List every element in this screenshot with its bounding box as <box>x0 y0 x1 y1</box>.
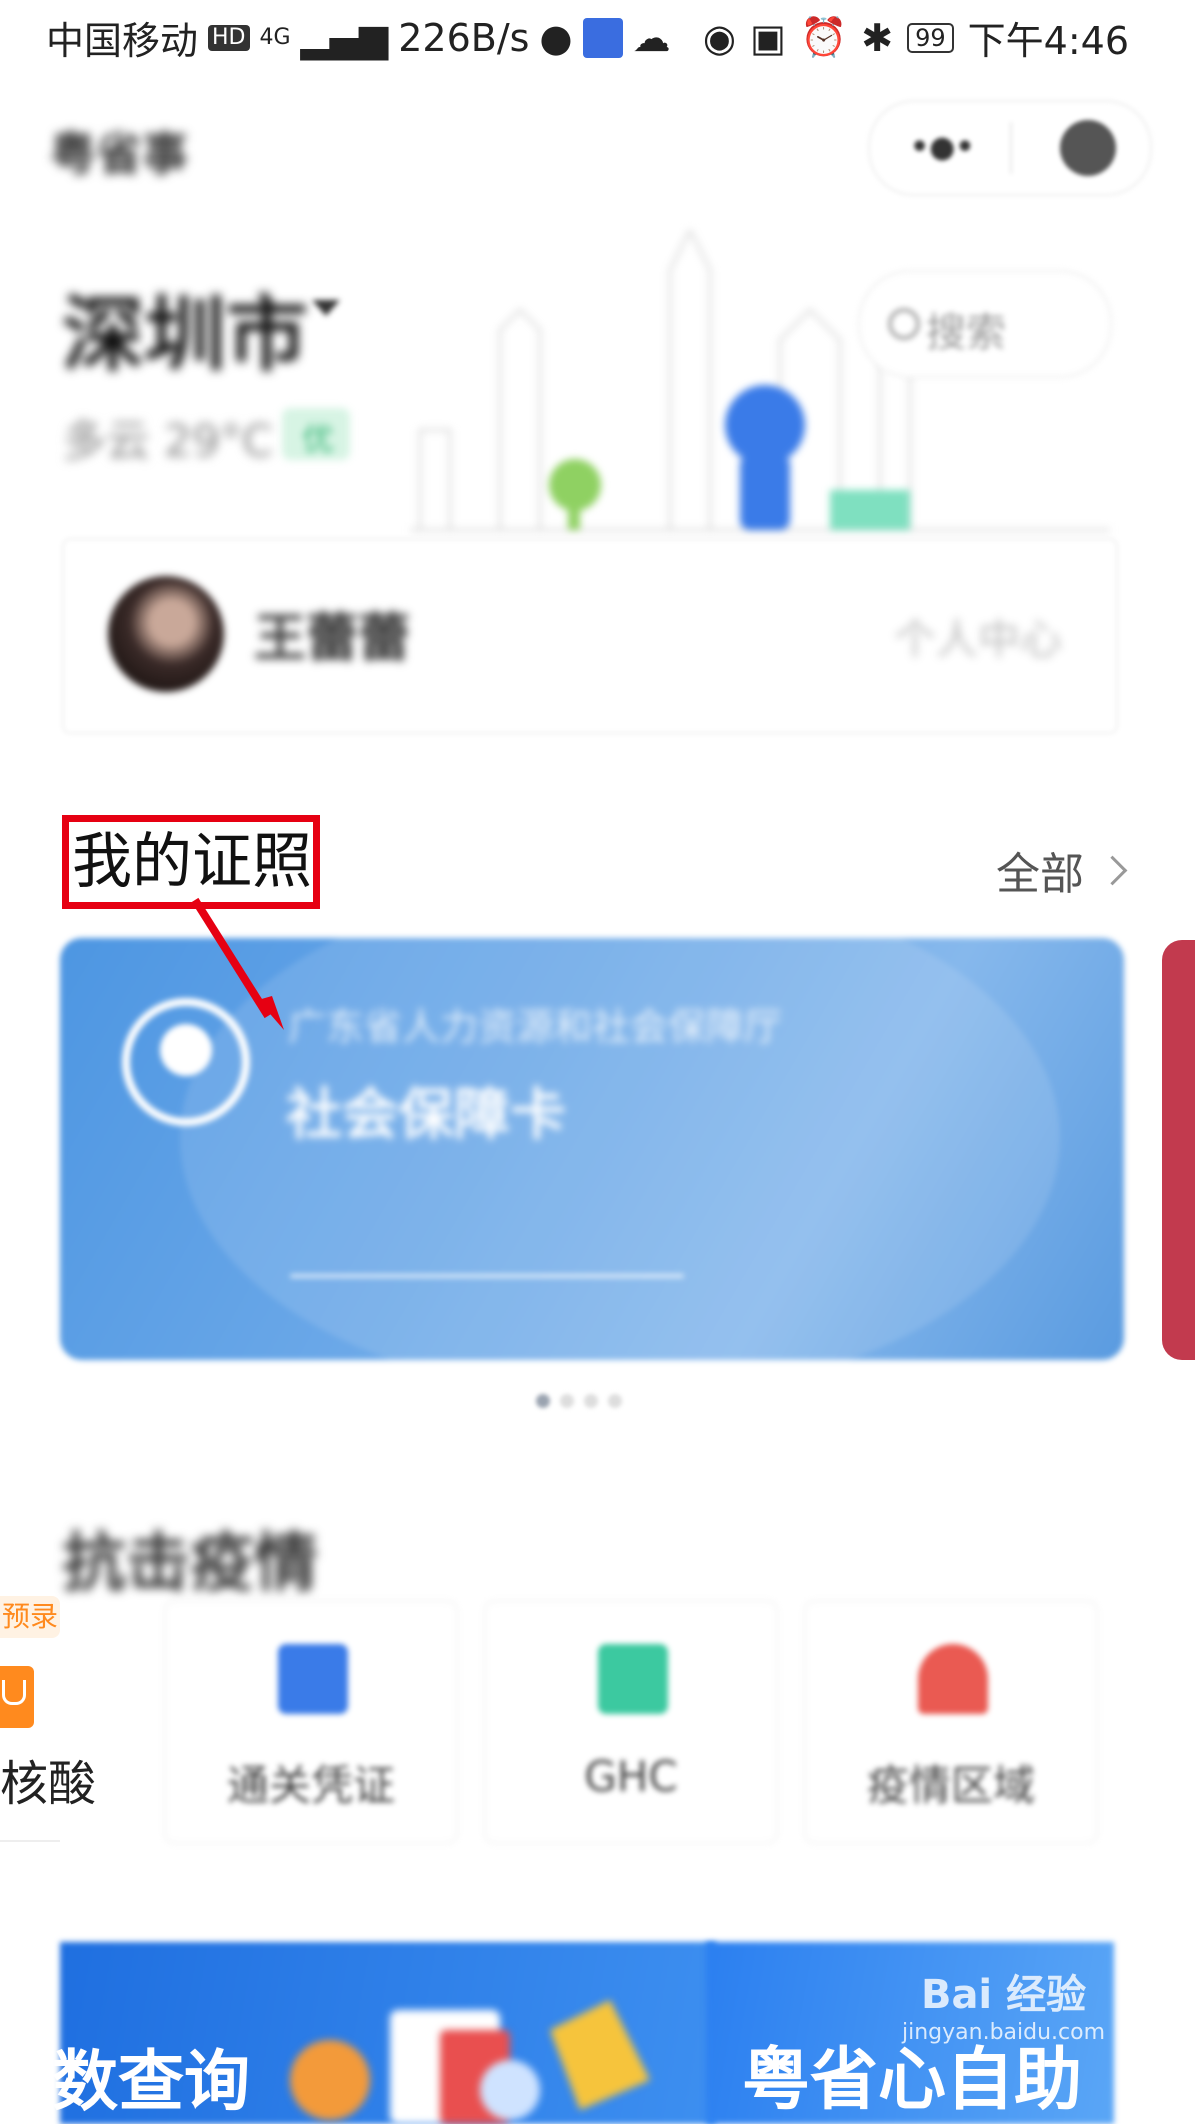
view-all-link[interactable]: 全部 <box>996 838 1128 902</box>
net-speed: 226B/s <box>398 15 530 60</box>
signal-icon: ▂▄▆ <box>300 15 389 60</box>
capsule-divider <box>1010 122 1012 174</box>
service-label: 疫情区域 <box>866 1761 1035 1810</box>
avatar <box>108 576 224 692</box>
battery-icon: 99 <box>907 22 954 53</box>
chevron-right-icon <box>1097 855 1128 885</box>
alarm-clock-icon: ⏰ <box>799 15 848 59</box>
search-icon <box>888 308 920 340</box>
chevron-down-icon[interactable] <box>312 300 340 316</box>
carousel-dot <box>608 1394 622 1408</box>
cloud-icon: ☁ <box>632 15 671 60</box>
service-risk-area[interactable]: 疫情区域 <box>804 1600 1098 1844</box>
person-icon <box>122 998 250 1126</box>
baidu-watermark: Bai 经验 jingyan.baidu.com <box>902 1962 1105 2045</box>
personal-center-link[interactable]: 个人中心 <box>894 606 1062 667</box>
qr-code-icon <box>598 1644 668 1714</box>
weather-info[interactable]: 多云 29°C <box>62 405 273 469</box>
hd-badge: HD <box>208 24 250 51</box>
service-ghc[interactable]: GHC <box>484 1600 778 1844</box>
mini-program-capsule[interactable]: •●• <box>868 100 1152 196</box>
network-type: 4G <box>259 25 291 50</box>
certificate-card[interactable]: 广东省人力资源和社会保障厅 社会保障卡 <box>60 938 1124 1360</box>
status-left: 中国移动 HD 4G ▂▄▆ 226B/s ● ☁ <box>46 10 671 65</box>
banner-left-title: 数查询 <box>52 2043 250 2120</box>
service-label: GHC <box>584 1752 678 1801</box>
watermark-url: jingyan.baidu.com <box>902 2020 1106 2045</box>
banner-illustration <box>290 2000 650 2124</box>
clock: 下午4:46 <box>967 19 1129 63</box>
search-label: 搜索 <box>926 310 1006 356</box>
status-bar: 中国移动 HD 4G ▂▄▆ 226B/s ● ☁ ◉ ▣ ⏰ ✱ 99 下午4… <box>0 0 1195 75</box>
divider <box>0 1840 60 1842</box>
nucleic-acid-label[interactable]: 核酸 <box>0 1744 96 1814</box>
search-button[interactable]: 搜索 <box>858 270 1112 378</box>
carousel-dot <box>536 1394 550 1408</box>
pre-register-badge: 预录 <box>0 1596 60 1638</box>
city-selector[interactable]: 深圳市 <box>62 268 308 387</box>
status-right: ◉ ▣ ⏰ ✱ 99 下午4:46 <box>703 10 1129 65</box>
app-title: 粤省事 <box>50 127 188 181</box>
alarm-icon <box>918 1644 988 1714</box>
bluetooth-icon: ✱ <box>861 15 894 60</box>
carrier-label: 中国移动 <box>46 19 199 63</box>
notification-bell-icon: ● <box>539 15 573 60</box>
nfc-icon: ▣ <box>750 15 786 60</box>
eye-icon: ◉ <box>702 15 737 60</box>
app-notification-icon <box>582 17 623 58</box>
section-title-certificates: 我的证照 <box>72 827 312 897</box>
close-circle-icon[interactable] <box>1060 120 1116 176</box>
user-name: 王蕾蕾 <box>254 609 411 669</box>
service-label: 通关凭证 <box>226 1761 395 1810</box>
service-pass-certificate[interactable]: 通关凭证 <box>164 1600 458 1844</box>
certificate-issuer: 广东省人力资源和社会保障厅 <box>288 1005 783 1049</box>
air-quality-label: 优 <box>302 420 335 458</box>
test-tube-icon[interactable] <box>0 1666 34 1728</box>
carousel-dot <box>584 1394 598 1408</box>
section-title-epidemic: 抗击疫情 <box>62 1527 318 1601</box>
user-card[interactable]: 王蕾蕾 个人中心 <box>62 538 1118 734</box>
next-certificate-card[interactable] <box>1162 940 1195 1360</box>
carousel-dot <box>560 1394 574 1408</box>
watermark-brand: Bai 经验 <box>920 1972 1087 2018</box>
air-quality-badge: 优 <box>282 408 350 460</box>
carousel-indicator <box>536 1394 622 1408</box>
pass-icon <box>278 1644 348 1714</box>
card-number-line <box>290 1274 684 1278</box>
view-all-label: 全部 <box>996 849 1084 900</box>
more-dots-icon[interactable]: •●• <box>910 130 975 165</box>
certificate-name: 社会保障卡 <box>286 1083 566 1148</box>
